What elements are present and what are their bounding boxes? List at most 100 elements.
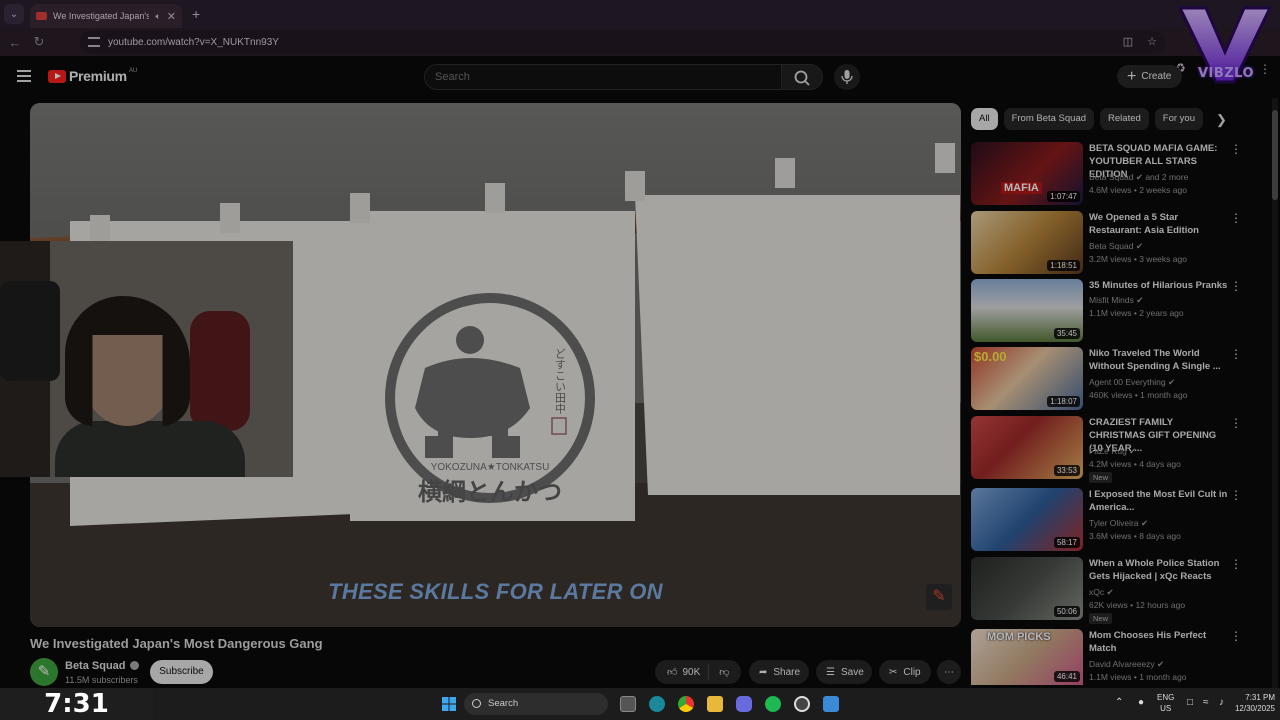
recommendation-channel[interactable]: Tyler Oliveira ✔︎ bbox=[1089, 518, 1148, 529]
file-explorer-icon[interactable] bbox=[707, 696, 723, 712]
more-options-icon[interactable]: ⋮ bbox=[1230, 629, 1242, 643]
recommendation-channel-extra: and 2 more bbox=[1145, 172, 1189, 182]
language-indicator[interactable]: ENG US bbox=[1157, 692, 1174, 714]
video-thumbnail[interactable]: 33:53 bbox=[971, 416, 1083, 479]
cast-icon[interactable]: ◫ bbox=[1123, 35, 1133, 48]
recommendation-title[interactable]: When a Whole Police Station Gets Hijacke… bbox=[1089, 557, 1229, 583]
video-thumbnail[interactable]: MAFIA 1:07:47 bbox=[971, 142, 1083, 205]
wifi-icon[interactable]: ≈ bbox=[1203, 697, 1209, 708]
recommendation-channel-name: David Alvareeezy bbox=[1089, 659, 1155, 669]
recommendation-title[interactable]: I Exposed the Most Evil Cult in America.… bbox=[1089, 488, 1229, 514]
windows-start-icon[interactable] bbox=[441, 696, 457, 712]
new-tab-icon[interactable]: + bbox=[192, 6, 200, 22]
channel-name[interactable]: Beta Squad bbox=[65, 660, 139, 672]
edge-browser-icon[interactable] bbox=[649, 696, 665, 712]
recommendation-channel[interactable]: Beta Squad ✔︎ and 2 more bbox=[1089, 172, 1188, 183]
site-info-icon[interactable] bbox=[88, 37, 100, 47]
bookmark-star-icon[interactable]: ☆ bbox=[1147, 35, 1157, 48]
recommendation-item[interactable]: $0.00 1:18:07 Niko Traveled The World Wi… bbox=[971, 347, 1251, 411]
channel-watermark-icon[interactable]: ✎ bbox=[926, 584, 952, 610]
monitor-icon[interactable]: □ bbox=[1187, 697, 1193, 708]
more-actions-button[interactable]: ⋯ bbox=[937, 660, 961, 684]
obs-icon[interactable] bbox=[794, 696, 810, 712]
recommendation-item[interactable]: 1:18:51 We Opened a 5 Star Restaurant: A… bbox=[971, 211, 1251, 275]
search-button[interactable] bbox=[781, 64, 823, 90]
page-scrollbar[interactable] bbox=[1272, 98, 1278, 688]
like-button[interactable]: 👍︎ 90K bbox=[655, 664, 710, 680]
verified-icon: ✔︎ bbox=[1157, 659, 1165, 669]
recommendation-item[interactable]: 50:06 When a Whole Police Station Gets H… bbox=[971, 557, 1251, 624]
chevron-right-icon[interactable]: ❯ bbox=[1216, 112, 1227, 128]
youtube-favicon-icon bbox=[36, 12, 47, 20]
youtube-logo[interactable]: Premium AU bbox=[48, 68, 137, 84]
recommendation-item[interactable]: 33:53 CRAZIEST FAMILY CHRISTMAS GIFT OPE… bbox=[971, 416, 1251, 483]
video-thumbnail[interactable]: 1:18:51 bbox=[971, 211, 1083, 274]
recommendation-channel-name: xQc bbox=[1089, 587, 1105, 597]
subscribe-button[interactable]: Subscribe bbox=[150, 660, 213, 684]
video-thumbnail[interactable]: MOM PICKS 46:41 bbox=[971, 629, 1083, 685]
recommendation-channel[interactable]: xQc ✔︎ bbox=[1089, 587, 1114, 598]
channel-avatar[interactable]: ✎ bbox=[30, 658, 58, 686]
save-label: Save bbox=[840, 666, 864, 678]
tray-microphone-icon[interactable]: ● bbox=[1138, 697, 1144, 708]
more-options-icon[interactable]: ⋮ bbox=[1230, 488, 1242, 502]
recommendation-title[interactable]: Niko Traveled The World Without Spending… bbox=[1089, 347, 1229, 373]
more-options-icon[interactable]: ⋮ bbox=[1230, 557, 1242, 571]
recommendation-title[interactable]: 35 Minutes of Hilarious Pranks bbox=[1089, 279, 1229, 292]
taskbar-search[interactable]: Search bbox=[464, 693, 608, 715]
recommendation-item[interactable]: 35:45 35 Minutes of Hilarious Pranks Mis… bbox=[971, 279, 1251, 343]
chip-from-beta-squad[interactable]: From Beta Squad bbox=[1003, 108, 1095, 130]
more-options-icon[interactable]: ⋮ bbox=[1230, 211, 1242, 225]
chip-all[interactable]: All bbox=[971, 108, 998, 130]
clip-button[interactable]: ✂ Clip bbox=[879, 660, 931, 684]
more-options-icon[interactable]: ⋮ bbox=[1230, 347, 1242, 361]
browser-tab-bar: ⌄ We Investigated Japan's Mo 🔈︎ ✕ + bbox=[0, 0, 1280, 28]
spotify-icon[interactable] bbox=[765, 696, 781, 712]
speaker-icon[interactable]: 🔈︎ bbox=[155, 11, 160, 22]
chip-for-you[interactable]: For you bbox=[1154, 108, 1203, 130]
video-thumbnail[interactable]: 35:45 bbox=[971, 279, 1083, 342]
system-clock[interactable]: 7:31 PM 12/30/2025 bbox=[1223, 692, 1275, 714]
recommendation-channel[interactable]: Misfit Minds ✔︎ bbox=[1089, 295, 1143, 306]
recommendation-title[interactable]: Mom Chooses His Perfect Match bbox=[1089, 629, 1229, 655]
recommendation-channel[interactable]: Beta Squad ✔︎ bbox=[1089, 241, 1143, 252]
share-button[interactable]: ➦ Share bbox=[749, 660, 809, 684]
search-icon bbox=[794, 70, 810, 86]
tab-search-icon[interactable]: ⌄ bbox=[4, 4, 24, 24]
search-input[interactable]: Search bbox=[424, 64, 782, 90]
close-tab-icon[interactable]: ✕ bbox=[167, 10, 176, 23]
task-view-icon[interactable] bbox=[620, 696, 636, 712]
duration-badge: 1:18:07 bbox=[1047, 396, 1080, 407]
app-f-icon[interactable] bbox=[823, 696, 839, 712]
create-button[interactable]: + Create bbox=[1117, 65, 1182, 88]
chip-related[interactable]: Related bbox=[1100, 108, 1149, 130]
save-button[interactable]: ☰ Save bbox=[816, 660, 872, 684]
back-icon[interactable]: ← bbox=[3, 35, 27, 50]
new-badge: New bbox=[1089, 472, 1113, 483]
recommendation-channel[interactable]: Agent 00 Everything ✔︎ bbox=[1089, 377, 1175, 388]
reload-icon[interactable]: ↻ bbox=[27, 34, 51, 50]
recommendation-item[interactable]: MAFIA 1:07:47 BETA SQUAD MAFIA GAME: YOU… bbox=[971, 142, 1251, 206]
recommendation-item[interactable]: MOM PICKS 46:41 Mom Chooses His Perfect … bbox=[971, 629, 1251, 685]
video-thumbnail[interactable]: $0.00 1:18:07 bbox=[971, 347, 1083, 410]
video-thumbnail[interactable]: 50:06 bbox=[971, 557, 1083, 620]
dislike-button[interactable]: 👎︎ bbox=[709, 666, 729, 678]
more-options-icon[interactable]: ⋮ bbox=[1230, 416, 1242, 430]
menu-icon[interactable] bbox=[17, 70, 31, 82]
browser-tab[interactable]: We Investigated Japan's Mo 🔈︎ ✕ bbox=[30, 4, 182, 28]
chrome-icon[interactable] bbox=[678, 696, 694, 712]
channel-name-text: Beta Squad bbox=[65, 660, 126, 672]
voice-search-button[interactable] bbox=[834, 64, 860, 90]
recommendation-title[interactable]: We Opened a 5 Star Restaurant: Asia Edit… bbox=[1089, 211, 1229, 237]
recommendation-channel[interactable]: FaZe Rug ✔︎ bbox=[1089, 446, 1136, 457]
discord-icon[interactable] bbox=[736, 696, 752, 712]
share-label: Share bbox=[773, 666, 801, 678]
more-options-icon[interactable]: ⋮ bbox=[1230, 279, 1242, 293]
url-field[interactable]: youtube.com/watch?v=X_NUKTnn93Y ◫ ☆ bbox=[80, 31, 1165, 53]
tray-chevron-up-icon[interactable]: ⌃ bbox=[1115, 697, 1123, 708]
scrollbar-thumb[interactable] bbox=[1272, 110, 1278, 200]
more-options-icon[interactable]: ⋮ bbox=[1230, 142, 1242, 156]
recommendation-item[interactable]: 58:17 I Exposed the Most Evil Cult in Am… bbox=[971, 488, 1251, 552]
recommendation-channel[interactable]: David Alvareeezy ✔︎ bbox=[1089, 659, 1164, 670]
video-thumbnail[interactable]: 58:17 bbox=[971, 488, 1083, 551]
